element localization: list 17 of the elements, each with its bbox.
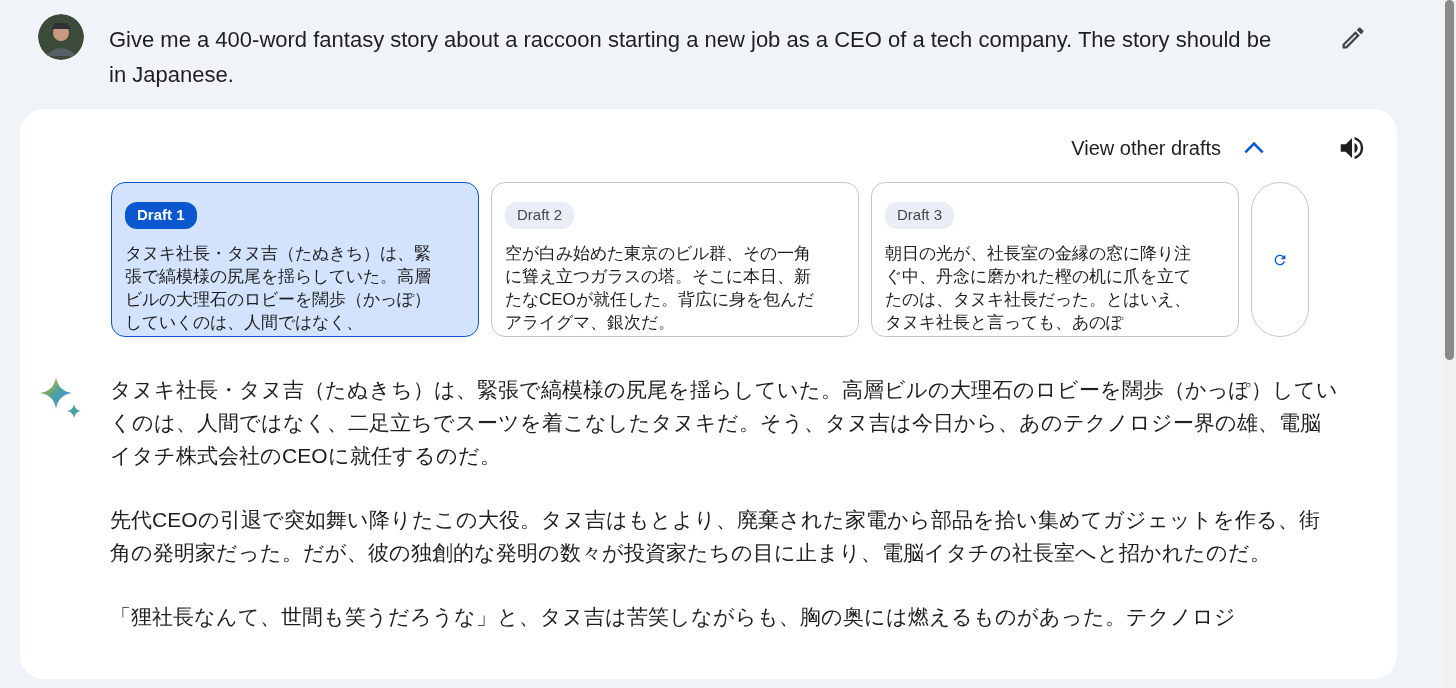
sparkle-icon xyxy=(40,377,82,419)
draft-snippet: 空が白み始めた東京のビル群、その一角に聳え立つガラスの塔。そこに本日、新たなCEOが就任した。背広に身を包んだアライグマ、銀次だ。 xyxy=(505,242,815,334)
draft-card[interactable]: Draft 3 朝日の光が、社長室の金縁の窓に降り注ぐ中、丹念に磨かれた樫の机に爪を立てたのは、タヌキ社長だった。とはいえ、タヌキ社長と言っても、あのぽ xyxy=(871,182,1239,337)
story-paragraph: 先代CEOの引退で突如舞い降りたこの大役。タヌ吉はもとより、廃棄された家電から部品を拾い集めてガジェットを作る、街角の発明家だった。だが、彼の独創的な発明の数々が投資家たちの目に止まり、電脳イタチの社長室へと招かれたのだ。 xyxy=(110,507,1321,566)
avatar xyxy=(38,14,84,60)
story-paragraph: タヌキ社長・タヌ吉（たぬきち）は、緊張で縞模様の尻尾を揺らしていた。高層ビルの大理石のロビーを闊歩（かっぽ）していくのは、人間ではなく、二足立ちでスーツを着こなしたタヌキだ。そう、タヌ吉は今日から、あのテクノロジー界の雄、電脳イタチ株式会社のCEOに就任するのだ。 xyxy=(110,377,1339,469)
draft-card[interactable]: Draft 1 タヌキ社長・タヌ吉（たぬきち）は、緊張で縞模様の尻尾を揺らしていた。高層ビルの大理石のロビーを闊歩（かっぽ）していくのは、人間ではなく、 xyxy=(111,182,479,337)
draft-snippet: タヌキ社長・タヌ吉（たぬきち）は、緊張で縞模様の尻尾を揺らしていた。高層ビルの大理石のロビーを闊歩（かっぽ）していくのは、人間ではなく、 xyxy=(125,242,432,334)
draft-label: Draft 3 xyxy=(885,202,954,229)
draft-label: Draft 2 xyxy=(505,202,574,229)
scrollbar[interactable] xyxy=(1443,0,1456,688)
view-drafts-button[interactable]: View other drafts xyxy=(1063,129,1275,167)
story-paragraph: 「狸社長なんて、世間も笑うだろうな」と、タヌ吉は苦笑しながらも、胸の奥には燃えるものがあった。テクノロジ xyxy=(110,604,1237,630)
prompt-text: Give me a 400-word fantasy story about a raccoon starting a new job as a CEO of a tech company. The story should be in Japanese. xyxy=(109,26,1273,89)
draft-label: Draft 1 xyxy=(125,202,197,229)
draft-snippet: 朝日の光が、社長室の金縁の窓に降り注ぐ中、丹念に磨かれた樫の机に爪を立てたのは、タヌキ社長だった。とはいえ、タヌキ社長と言っても、あのぽ xyxy=(885,242,1192,334)
draft-card[interactable]: Draft 2 空が白み始めた東京のビル群、その一角に聳え立つガラスの塔。そこに本日、新たなCEOが就任した。背広に身を包んだアライグマ、銀次だ。 xyxy=(491,182,859,337)
